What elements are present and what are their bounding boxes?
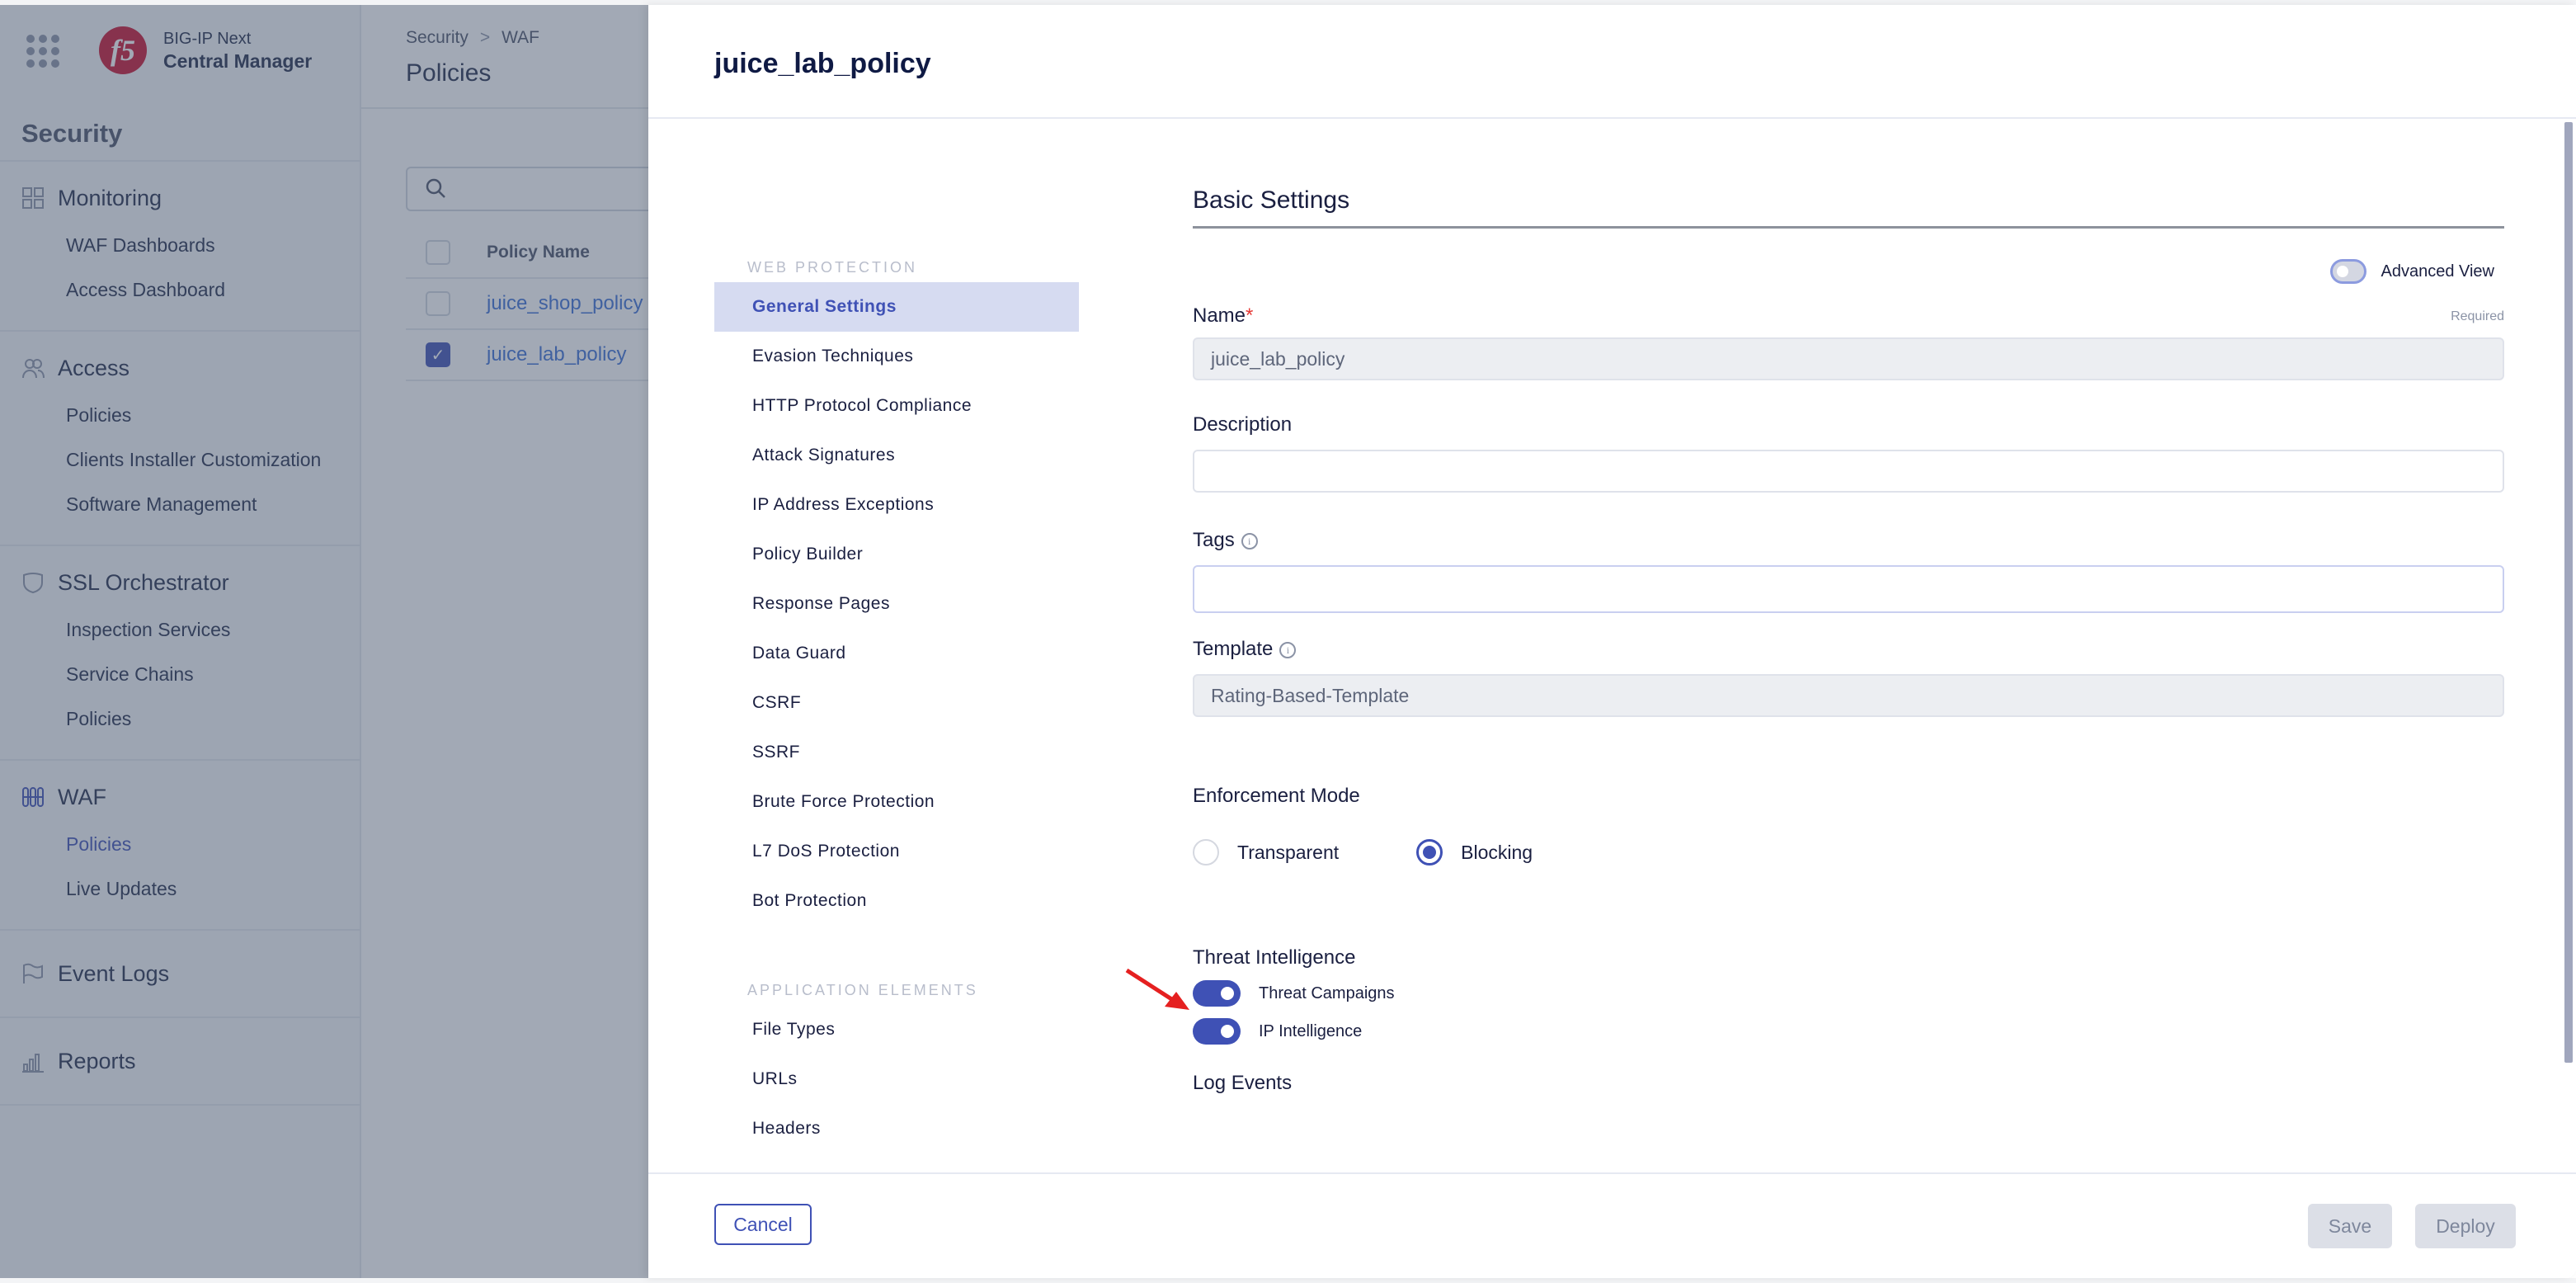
save-button[interactable]: Save <box>2308 1204 2392 1248</box>
info-icon[interactable]: i <box>1279 642 1297 658</box>
general-settings-form: Basic Settings Advanced View Name* Requi… <box>1193 117 2504 1095</box>
nav-item-brute-force-protection[interactable]: Brute Force Protection <box>714 777 1079 827</box>
tags-input[interactable] <box>1193 565 2504 613</box>
name-field-group: Name* Required juice_lab_policy <box>1193 304 2504 380</box>
nav-item-evasion-techniques[interactable]: Evasion Techniques <box>714 332 1079 381</box>
nav-item-csrf[interactable]: CSRF <box>714 678 1079 728</box>
section-title-basic-settings: Basic Settings <box>1193 186 2504 229</box>
template-label: Template <box>1193 638 1274 660</box>
enforcement-mode-label: Enforcement Mode <box>1193 785 1360 807</box>
app-window: f5 BIG-IP Next Central Manager Security … <box>0 5 2576 1278</box>
log-events-label: Log Events <box>1193 1072 1293 1094</box>
required-asterisk: * <box>1246 304 1254 327</box>
advanced-view-control: Advanced View <box>2329 259 2495 284</box>
panel-title: juice_lab_policy <box>714 48 931 79</box>
nav-item-ip-address-exceptions[interactable]: IP Address Exceptions <box>714 480 1079 530</box>
description-label: Description <box>1193 413 1293 436</box>
nav-item-bot-protection[interactable]: Bot Protection <box>714 876 1079 926</box>
log-events-group: Log Events <box>1193 1072 2504 1095</box>
nav-item-http-protocol-compliance[interactable]: HTTP Protocol Compliance <box>714 381 1079 431</box>
ip-intelligence-label: IP Intelligence <box>1259 1021 1363 1040</box>
required-hint: Required <box>2451 309 2504 323</box>
deploy-button[interactable]: Deploy <box>2415 1204 2516 1248</box>
enforcement-mode-group: Enforcement Mode Transparent Blocking <box>1193 785 2504 866</box>
tags-label: Tags <box>1193 529 1235 551</box>
radio-label-blocking[interactable]: Blocking <box>1461 842 1533 864</box>
tags-field-group: Tags i <box>1193 529 2504 613</box>
threat-intelligence-label: Threat Intelligence <box>1193 946 1356 969</box>
info-icon[interactable]: i <box>1241 533 1258 550</box>
radio-transparent[interactable] <box>1193 839 1219 866</box>
description-input[interactable] <box>1193 450 2504 493</box>
annotation-arrow-icon <box>1125 968 1189 1010</box>
threat-campaigns-toggle[interactable] <box>1193 980 1241 1007</box>
advanced-view-label: Advanced View <box>2381 262 2495 281</box>
threat-campaigns-label: Threat Campaigns <box>1259 983 1395 1002</box>
nav-category-application-elements: APPLICATION ELEMENTS <box>747 982 978 998</box>
template-field-group: Template i Rating-Based-Template <box>1193 638 2504 717</box>
ip-intelligence-row: IP Intelligence <box>1193 1012 2504 1050</box>
enforcement-mode-radios: Transparent Blocking <box>1193 839 2504 866</box>
panel-header: juice_lab_policy <box>648 5 2576 119</box>
nav-item-policy-builder[interactable]: Policy Builder <box>714 530 1079 579</box>
nav-category-web-protection: WEB PROTECTION <box>747 259 918 276</box>
nav-item-l7-dos-protection[interactable]: L7 DoS Protection <box>714 827 1079 876</box>
nav-item-data-guard[interactable]: Data Guard <box>714 629 1079 678</box>
description-field-group: Description <box>1193 413 2504 493</box>
policy-edit-panel: juice_lab_policy WEB PROTECTION General … <box>648 5 2576 1278</box>
threat-intelligence-group: Threat Intelligence Threat Campaigns IP … <box>1193 946 2504 1050</box>
nav-item-ssrf[interactable]: SSRF <box>714 728 1079 777</box>
threat-campaigns-row: Threat Campaigns <box>1193 974 2504 1012</box>
template-field[interactable]: Rating-Based-Template <box>1193 674 2504 717</box>
nav-item-general-settings[interactable]: General Settings <box>714 282 1079 332</box>
nav-item-file-types[interactable]: File Types <box>714 1005 1079 1054</box>
panel-footer: Cancel Save Deploy <box>648 1172 2576 1278</box>
radio-label-transparent[interactable]: Transparent <box>1237 842 1339 864</box>
ip-intelligence-toggle[interactable] <box>1193 1018 1241 1045</box>
cancel-button[interactable]: Cancel <box>714 1204 812 1245</box>
modal-backdrop[interactable] <box>0 5 648 1278</box>
name-field[interactable]: juice_lab_policy <box>1193 337 2504 380</box>
scrollbar[interactable] <box>2564 122 2573 1063</box>
nav-item-response-pages[interactable]: Response Pages <box>714 579 1079 629</box>
name-label: Name <box>1193 304 1246 327</box>
nav-item-headers[interactable]: Headers <box>714 1104 1079 1153</box>
policy-settings-nav: WEB PROTECTION General Settings Evasion … <box>714 252 1079 1153</box>
radio-blocking[interactable] <box>1416 839 1443 866</box>
advanced-view-toggle[interactable] <box>2329 259 2366 284</box>
nav-item-urls[interactable]: URLs <box>714 1054 1079 1104</box>
nav-item-attack-signatures[interactable]: Attack Signatures <box>714 431 1079 480</box>
